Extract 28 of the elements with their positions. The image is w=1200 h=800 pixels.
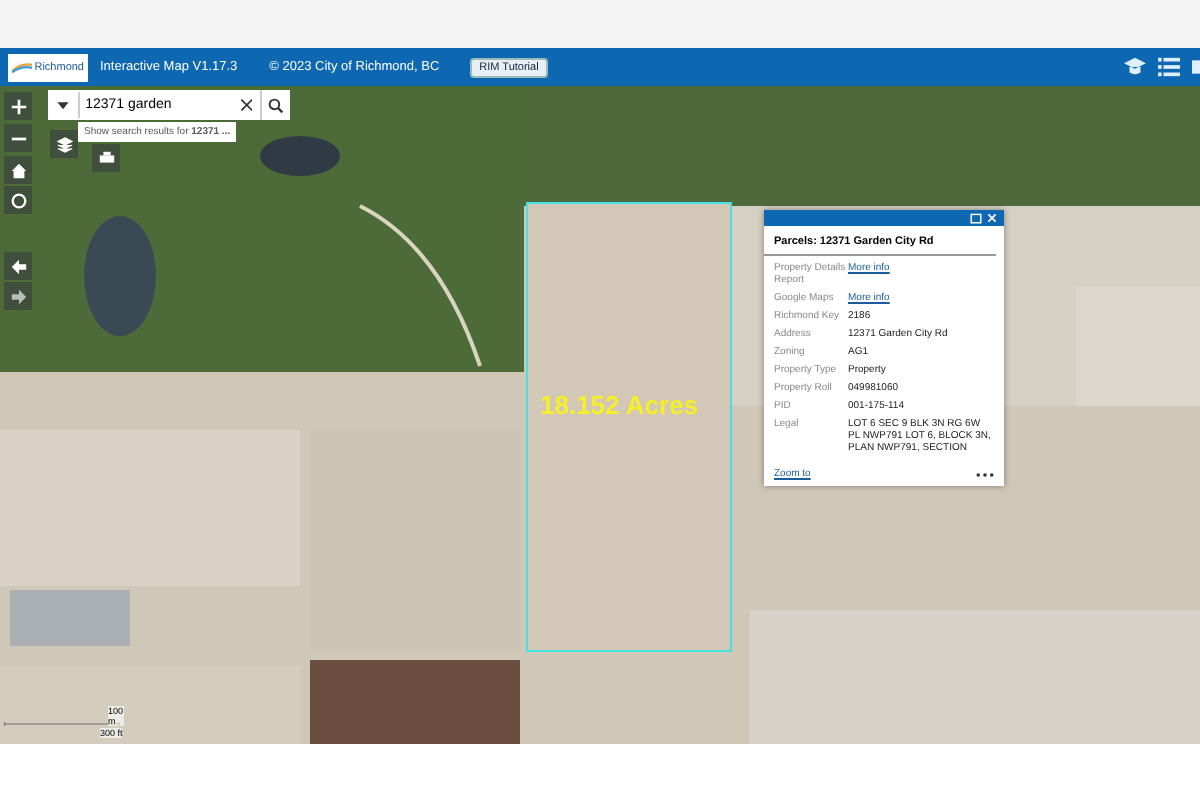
layers-button[interactable] bbox=[50, 130, 78, 158]
plus-icon bbox=[9, 97, 27, 115]
maximize-icon[interactable] bbox=[970, 212, 982, 224]
clear-icon[interactable] bbox=[239, 98, 253, 112]
zoom-in-button[interactable] bbox=[4, 92, 32, 120]
panel-icon[interactable] bbox=[1192, 56, 1200, 78]
more-options-icon[interactable] bbox=[976, 471, 994, 477]
home-button[interactable] bbox=[4, 156, 32, 184]
previous-extent-button[interactable] bbox=[4, 252, 32, 280]
layers-icon bbox=[55, 135, 73, 153]
circle-icon bbox=[9, 191, 27, 209]
printer-icon bbox=[97, 149, 115, 167]
zoom-out-button[interactable] bbox=[4, 124, 32, 152]
caret-icon bbox=[55, 98, 70, 112]
search-icon bbox=[268, 97, 285, 113]
close-icon[interactable] bbox=[986, 212, 998, 224]
locate-button[interactable] bbox=[4, 186, 32, 214]
next-extent-button[interactable] bbox=[4, 282, 32, 310]
left-arrow-icon bbox=[9, 257, 27, 275]
home-icon bbox=[9, 161, 27, 179]
graduation-cap-icon[interactable] bbox=[1124, 56, 1146, 78]
search-button[interactable] bbox=[260, 90, 290, 120]
parcel-area-label: 18.152 Acres bbox=[540, 390, 699, 420]
print-button[interactable] bbox=[92, 144, 120, 172]
right-arrow-icon bbox=[9, 287, 27, 305]
list-icon[interactable] bbox=[1158, 56, 1180, 78]
swoosh-icon bbox=[12, 59, 33, 75]
scale-bar-icon bbox=[4, 720, 120, 728]
